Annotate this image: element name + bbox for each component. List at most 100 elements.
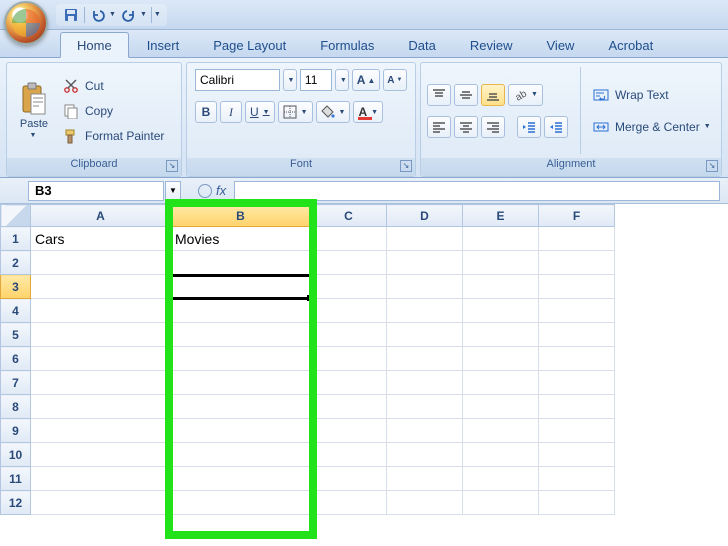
row-header-11[interactable]: 11 [1,467,31,491]
cell-E11[interactable] [463,467,539,491]
cell-C6[interactable] [311,347,387,371]
font-launcher-icon[interactable]: ↘ [400,160,412,172]
cell-D11[interactable] [387,467,463,491]
cell-B11[interactable] [171,467,311,491]
cell-E3[interactable] [463,275,539,299]
cell-D3[interactable] [387,275,463,299]
cell-A2[interactable] [31,251,171,275]
cell-A4[interactable] [31,299,171,323]
align-middle-button[interactable] [454,84,478,106]
row-header-1[interactable]: 1 [1,227,31,251]
cell-E1[interactable] [463,227,539,251]
cell-A6[interactable] [31,347,171,371]
cell-C1[interactable] [311,227,387,251]
cell-A10[interactable] [31,443,171,467]
cell-D9[interactable] [387,419,463,443]
tab-data[interactable]: Data [392,33,451,57]
merge-center-button[interactable]: Merge & Center ▼ [591,116,713,138]
font-size-dropdown-icon[interactable]: ▼ [335,69,349,91]
row-header-2[interactable]: 2 [1,251,31,275]
cell-A7[interactable] [31,371,171,395]
italic-button[interactable]: I [220,101,242,123]
tab-acrobat[interactable]: Acrobat [592,33,669,57]
clipboard-launcher-icon[interactable]: ↘ [166,160,178,172]
office-button[interactable] [4,1,48,45]
cell-C7[interactable] [311,371,387,395]
cell-F10[interactable] [539,443,615,467]
name-box[interactable]: B3 ▼ [28,181,164,201]
decrease-indent-button[interactable] [517,116,541,138]
cell-C3[interactable] [311,275,387,299]
cell-F4[interactable] [539,299,615,323]
qat-customize-icon[interactable]: ▼ [154,11,161,18]
grow-font-button[interactable]: A▲ [352,69,379,91]
increase-indent-button[interactable] [544,116,568,138]
tab-home[interactable]: Home [60,32,129,58]
row-header-4[interactable]: 4 [1,299,31,323]
redo-dropdown-icon[interactable]: ▼ [140,11,147,18]
cell-F8[interactable] [539,395,615,419]
row-header-10[interactable]: 10 [1,443,31,467]
cell-F6[interactable] [539,347,615,371]
cell-B8[interactable] [171,395,311,419]
cell-A1[interactable]: Cars [31,227,171,251]
shrink-font-button[interactable]: A▼ [383,69,407,91]
save-icon[interactable] [62,6,80,24]
format-painter-button[interactable]: Format Painter [61,125,166,147]
cell-D6[interactable] [387,347,463,371]
font-name-select[interactable]: Calibri [195,69,280,91]
align-right-button[interactable] [481,116,505,138]
row-header-12[interactable]: 12 [1,491,31,515]
cell-B2[interactable] [171,251,311,275]
cell-D10[interactable] [387,443,463,467]
cell-C5[interactable] [311,323,387,347]
tab-insert[interactable]: Insert [131,33,196,57]
cell-C9[interactable] [311,419,387,443]
cell-F5[interactable] [539,323,615,347]
name-box-dropdown-icon[interactable]: ▼ [165,181,181,201]
borders-button[interactable]: ▼ [278,101,313,123]
undo-icon[interactable] [89,6,107,24]
fill-color-button[interactable]: ▼ [316,101,351,123]
merge-dropdown-icon[interactable]: ▼ [704,123,711,130]
cell-C10[interactable] [311,443,387,467]
cell-E4[interactable] [463,299,539,323]
cell-A9[interactable] [31,419,171,443]
column-header-B[interactable]: B [171,205,311,227]
copy-button[interactable]: Copy [61,100,166,122]
formula-input[interactable] [234,181,720,201]
row-header-6[interactable]: 6 [1,347,31,371]
cell-F2[interactable] [539,251,615,275]
font-color-button[interactable]: A ▼ [353,101,383,123]
row-header-9[interactable]: 9 [1,419,31,443]
cell-D2[interactable] [387,251,463,275]
cell-E8[interactable] [463,395,539,419]
tab-formulas[interactable]: Formulas [304,33,390,57]
column-header-F[interactable]: F [539,205,615,227]
cell-B1[interactable]: Movies [171,227,311,251]
align-bottom-button[interactable] [481,84,505,106]
cell-B4[interactable] [171,299,311,323]
cell-E5[interactable] [463,323,539,347]
paste-button[interactable]: Paste ▼ [13,67,55,154]
cell-B7[interactable] [171,371,311,395]
row-header-5[interactable]: 5 [1,323,31,347]
underline-button[interactable]: U▼ [245,101,275,123]
wrap-text-button[interactable]: Wrap Text [591,84,713,106]
font-size-select[interactable]: 11 [300,69,332,91]
cell-F9[interactable] [539,419,615,443]
redo-icon[interactable] [120,6,138,24]
cell-B6[interactable] [171,347,311,371]
cell-E12[interactable] [463,491,539,515]
cell-F7[interactable] [539,371,615,395]
cell-F11[interactable] [539,467,615,491]
cell-B10[interactable] [171,443,311,467]
cell-D7[interactable] [387,371,463,395]
cell-B3[interactable] [171,275,311,299]
cell-F1[interactable] [539,227,615,251]
cut-button[interactable]: Cut [61,75,166,97]
font-name-dropdown-icon[interactable]: ▼ [283,69,297,91]
column-header-C[interactable]: C [311,205,387,227]
cell-A11[interactable] [31,467,171,491]
alignment-launcher-icon[interactable]: ↘ [706,160,718,172]
